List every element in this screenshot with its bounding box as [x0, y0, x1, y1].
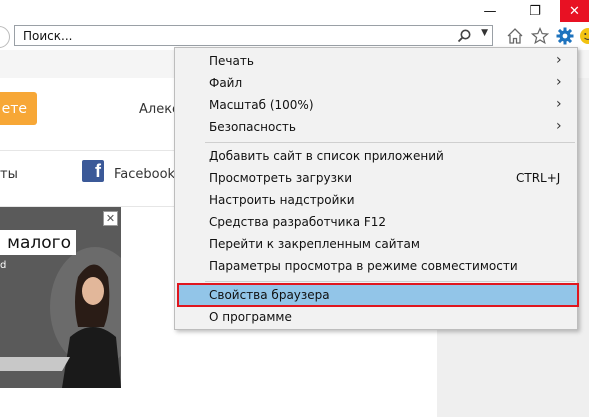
menu-item-compatibility-view[interactable]: Параметры просмотра в режиме совместимос… — [175, 256, 577, 276]
menu-item-label: Средства разработчика F12 — [209, 215, 387, 229]
favorites-star-icon[interactable] — [530, 26, 550, 46]
menu-item-security[interactable]: Безопасность › — [175, 117, 577, 137]
title-bar: — ❐ ✕ — [0, 0, 589, 22]
menu-item-label: О программе — [209, 310, 292, 324]
navigation-bar: Поиск... ▼ — [0, 22, 589, 50]
tools-menu: Печать › Файл › Масштаб (100%) › Безопас… — [174, 47, 579, 330]
ad-headline: малого — [0, 230, 76, 255]
orange-button-label: ете — [1, 100, 27, 117]
menu-item-label: Масштаб (100%) — [209, 98, 314, 112]
menu-item-shortcut: CTRL+J — [516, 171, 561, 185]
gear-icon[interactable] — [555, 26, 575, 46]
restore-button[interactable]: ❐ — [515, 0, 555, 22]
left-text-fragment[interactable]: ты — [0, 167, 18, 182]
menu-item-label: Печать — [209, 54, 254, 68]
smiley-feedback-icon[interactable] — [578, 26, 589, 46]
chevron-right-icon: › — [556, 52, 562, 68]
ad-close-icon[interactable]: ✕ — [103, 211, 118, 226]
minimize-button[interactable]: — — [470, 0, 510, 22]
menu-item-zoom[interactable]: Масштаб (100%) › — [175, 95, 577, 115]
facebook-icon[interactable]: f — [82, 160, 104, 182]
menu-item-label: Просмотреть загрузки — [209, 171, 353, 185]
menu-item-print[interactable]: Печать › — [175, 51, 577, 71]
menu-item-label: Добавить сайт в список приложений — [209, 149, 444, 163]
menu-item-label: Файл — [209, 76, 243, 90]
chevron-right-icon: › — [556, 96, 562, 112]
chevron-right-icon: › — [556, 118, 562, 134]
menu-item-view-downloads[interactable]: Просмотреть загрузки CTRL+J — [175, 168, 577, 188]
menu-item-manage-addons[interactable]: Настроить надстройки — [175, 190, 577, 210]
chevron-right-icon: › — [556, 74, 562, 90]
ad-subtext: d — [0, 260, 7, 271]
close-button[interactable]: ✕ — [560, 0, 589, 22]
address-bar[interactable]: Поиск... ▼ — [14, 25, 493, 46]
menu-item-file[interactable]: Файл › — [175, 73, 577, 93]
menu-item-add-site-to-apps[interactable]: Добавить сайт в список приложений — [175, 146, 577, 166]
back-button[interactable] — [0, 26, 10, 48]
menu-separator — [205, 281, 575, 282]
address-input[interactable]: Поиск... — [23, 29, 72, 43]
facebook-logo-letter: f — [95, 161, 101, 181]
menu-item-internet-options[interactable]: Свойства браузера — [177, 283, 579, 307]
home-icon[interactable] — [505, 26, 525, 46]
menu-item-about[interactable]: О программе — [175, 307, 577, 327]
search-icon[interactable] — [456, 28, 472, 44]
address-dropdown-icon[interactable]: ▼ — [481, 28, 488, 38]
orange-action-button[interactable]: ете — [0, 92, 37, 125]
menu-item-label: Настроить надстройки — [209, 193, 355, 207]
menu-item-label: Параметры просмотра в режиме совместимос… — [209, 259, 518, 273]
menu-item-developer-tools[interactable]: Средства разработчика F12 — [175, 212, 577, 232]
facebook-link[interactable]: Facebook — [114, 167, 175, 182]
menu-separator — [205, 142, 575, 143]
menu-item-label: Свойства браузера — [209, 288, 330, 302]
menu-item-label: Безопасность — [209, 120, 296, 134]
menu-item-label: Перейти к закрепленным сайтам — [209, 237, 420, 251]
menu-item-pinned-sites[interactable]: Перейти к закрепленным сайтам — [175, 234, 577, 254]
